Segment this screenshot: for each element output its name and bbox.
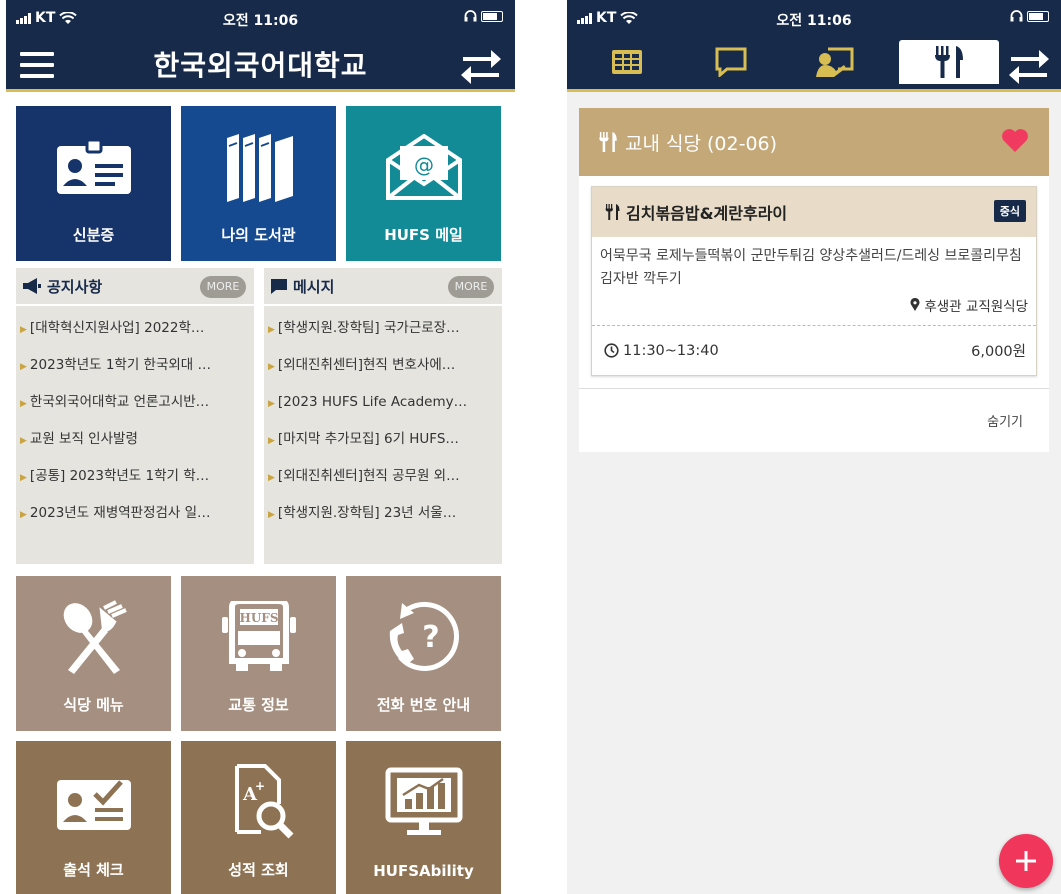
menu-hours: 11:30~13:40	[623, 342, 719, 359]
notice-item[interactable]: ▶ 한국외국어대학교 언론고시반…	[20, 384, 250, 421]
message-item[interactable]: ▶ [외대진취센터]현직 공무원 외…	[268, 458, 498, 495]
notice-item[interactable]: ▶ [공통] 2023학년도 1학기 학…	[20, 458, 250, 495]
transport-label: 교통 정보	[228, 696, 289, 714]
id-card-tile[interactable]: 신분증	[16, 106, 171, 261]
tab-messages[interactable]	[695, 40, 767, 84]
email-tile[interactable]: @ HUFS 메일	[346, 106, 501, 261]
status-time: 오전 11:06	[776, 13, 852, 29]
service-tiles-row2: 출석 체크 A + 성적 조회 HUFSAbility	[16, 741, 502, 894]
message-more-button[interactable]: MORE	[448, 276, 494, 298]
switch-view-icon[interactable]	[459, 46, 503, 84]
email-label: HUFS 메일	[384, 226, 463, 244]
tab-lecture[interactable]	[799, 40, 871, 84]
bus-icon: HUFS	[221, 601, 296, 671]
notice-more-button[interactable]: MORE	[200, 276, 246, 298]
message-item[interactable]: ▶ [외대진취센터]현직 변호사에…	[268, 347, 498, 384]
notice-panel: 공지사항 MORE ▶ [대학혁신지원사업] 2022학… ▶ 2023학년도 1학…	[16, 268, 254, 564]
notice-item[interactable]: ▶ 2023년도 재병역판정검사 일…	[20, 495, 250, 532]
notice-panels: 공지사항 MORE ▶ [대학혁신지원사업] 2022학… ▶ 2023학년도 1학…	[16, 268, 502, 564]
service-tiles-row1: 식당 메뉴 HUFS 교통 정보 ? 전화 번호 안내	[16, 576, 502, 731]
cafeteria-title: 교내 식당 (02-06)	[625, 132, 778, 155]
phone-directory-tile[interactable]: ? 전화 번호 안내	[346, 576, 501, 731]
app-title: 한국외국어대학교	[153, 49, 368, 82]
svg-text:HUFS: HUFS	[239, 611, 278, 625]
add-button[interactable]	[999, 834, 1053, 888]
svg-text:@: @	[414, 153, 434, 177]
message-item[interactable]: ▶ [마지막 추가모집] 6기 HUFS…	[268, 421, 498, 458]
status-time: 오전 11:06	[222, 13, 299, 29]
id-card-icon	[56, 138, 131, 194]
plus-icon	[1016, 851, 1036, 871]
library-label: 나의 도서관	[221, 226, 296, 244]
notice-item[interactable]: ▶ 2023학년도 1학기 한국외대 …	[20, 347, 250, 384]
svg-text:+: +	[255, 779, 265, 793]
tab-cafeteria[interactable]	[899, 40, 999, 84]
cafeteria-card: 교내 식당 (02-06) 김치볶음밥&계란후라이 중식 어묵무국 로제누들떡볶…	[579, 108, 1049, 452]
message-icon	[271, 279, 287, 294]
notice-title: 공지사항	[47, 277, 103, 296]
grade-search-icon: A+	[234, 764, 293, 839]
lecture-icon	[816, 47, 854, 77]
notice-item[interactable]: ▶ 교원 보직 인사발령	[20, 421, 250, 458]
menu-location: 후생관 교직원식당	[924, 299, 1028, 315]
phone-help-icon: ?	[389, 601, 459, 671]
fork-spoon-icon	[63, 600, 127, 674]
grades-tile[interactable]: A + 성적 조회	[181, 741, 336, 894]
hide-button[interactable]: 숨기기	[987, 411, 1023, 430]
battery-icon	[481, 10, 503, 22]
message-item[interactable]: ▶ [학생지원.장학팀] 23년 서울…	[268, 495, 498, 532]
id-card-label: 신분증	[72, 226, 115, 244]
favorite-heart-icon[interactable]	[1001, 128, 1029, 153]
switch-view-icon[interactable]	[1007, 46, 1051, 84]
svg-text:?: ?	[422, 620, 439, 655]
attendance-icon	[56, 780, 131, 830]
menu-price: 6,000원	[971, 344, 1026, 360]
clock-icon	[604, 343, 619, 358]
monitor-chart-icon	[385, 767, 462, 835]
status-bar: KT 오전 11:06	[567, 0, 1061, 38]
message-panel: 메시지 MORE ▶ [학생지원.장학팀] 국가근로장… ▶ [외대진취센터]현직 …	[264, 268, 502, 564]
fork-knife-icon	[599, 132, 617, 152]
message-title: 메시지	[293, 277, 335, 296]
cafeteria-screen: KT 오전 11:06 교내 식당 (02-06) 김치볶음밥&계란후라이 중식…	[567, 0, 1061, 894]
grid-icon	[612, 50, 642, 74]
cafeteria-label: 식당 메뉴	[63, 696, 124, 714]
phone-directory-label: 전화 번호 안내	[376, 696, 471, 714]
books-icon	[226, 134, 293, 202]
status-bar: KT 오전 11:06	[6, 0, 515, 38]
attendance-label: 출석 체크	[63, 861, 124, 879]
fork-knife-icon	[935, 46, 963, 78]
location-pin-icon	[910, 297, 920, 311]
megaphone-icon	[23, 278, 41, 294]
top-bar: KT 오전 11:06 한국외국어대학교	[6, 0, 515, 92]
attendance-tile[interactable]: 출석 체크	[16, 741, 171, 894]
hufsability-tile[interactable]: HUFSAbility	[346, 741, 501, 894]
main-screen: KT 오전 11:06 한국외국어대학교 신분증 나의 도서관 @ HUFS 메…	[6, 0, 515, 894]
hufsability-label: HUFSAbility	[373, 862, 474, 880]
message-item[interactable]: ▶ [2023 HUFS Life Academy…	[268, 384, 498, 421]
notice-item[interactable]: ▶ [대학혁신지원사업] 2022학…	[20, 310, 250, 347]
chat-icon	[715, 47, 747, 77]
cafeteria-header[interactable]: 교내 식당 (02-06)	[579, 108, 1049, 176]
cafeteria-tile[interactable]: 식당 메뉴	[16, 576, 171, 731]
headphones-icon	[464, 10, 477, 22]
menu-description: 어묵무국 로제누들떡볶이 군만두튀김 양상추샐러드/드레싱 브로콜리무침 김자반…	[600, 248, 1022, 287]
fork-knife-icon	[605, 204, 620, 220]
email-icon: @	[385, 134, 462, 200]
library-tile[interactable]: 나의 도서관	[181, 106, 336, 261]
meal-badge: 중식	[993, 200, 1026, 222]
menu-name: 김치볶음밥&계란후라이	[626, 204, 788, 223]
menu-item-card[interactable]: 김치볶음밥&계란후라이 중식 어묵무국 로제누들떡볶이 군만두튀김 양상추샐러드…	[591, 186, 1037, 376]
grades-label: 성적 조회	[228, 861, 289, 879]
message-item[interactable]: ▶ [학생지원.장학팀] 국가근로장…	[268, 310, 498, 347]
headphones-icon	[1010, 10, 1023, 22]
transport-tile[interactable]: HUFS 교통 정보	[181, 576, 336, 731]
tab-timetable[interactable]	[591, 40, 663, 84]
battery-icon	[1027, 10, 1049, 22]
top-bar: KT 오전 11:06	[567, 0, 1061, 92]
top-tiles: 신분증 나의 도서관 @ HUFS 메일	[16, 106, 502, 261]
